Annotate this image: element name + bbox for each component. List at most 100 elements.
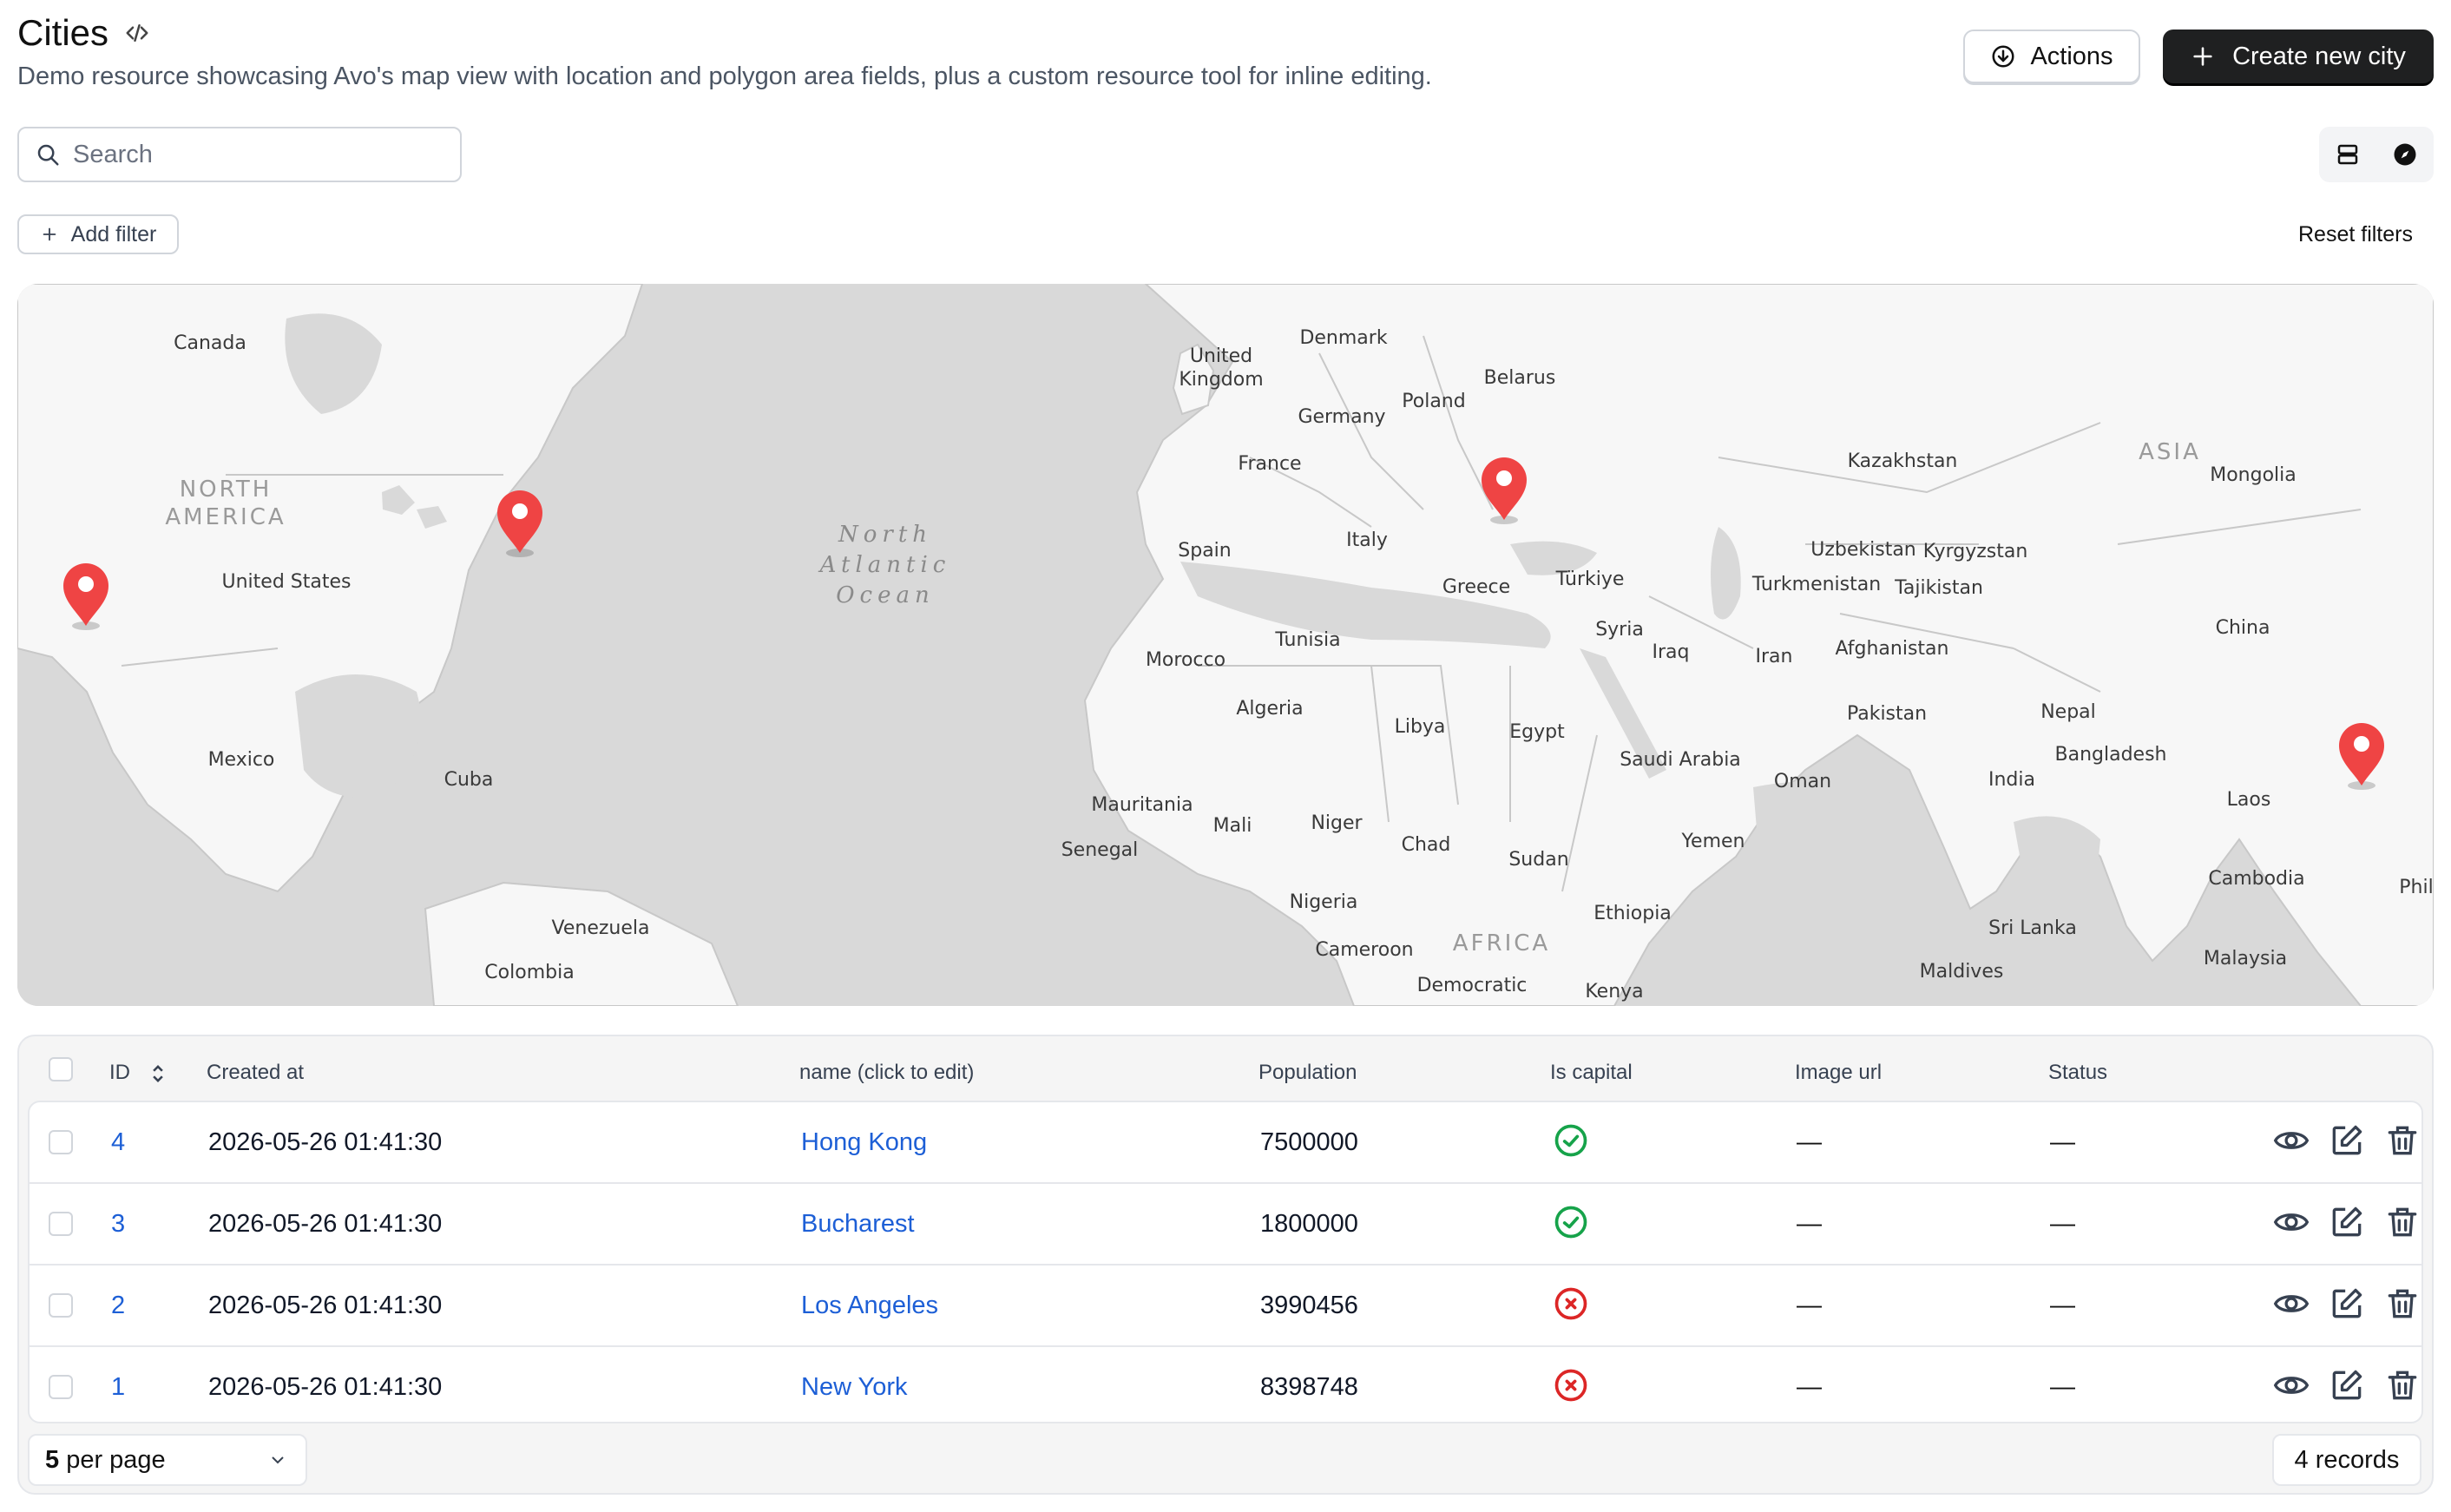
map-view-icon[interactable]	[2392, 141, 2418, 168]
country-label: Bangladesh	[2055, 744, 2167, 766]
reset-filters-button[interactable]: Reset filters	[2298, 222, 2413, 247]
add-filter-label: Add filter	[70, 221, 157, 247]
delete-icon[interactable]	[2383, 1285, 2421, 1323]
row-name-link[interactable]: Los Angeles	[801, 1292, 938, 1320]
row-id-link[interactable]: 3	[111, 1210, 125, 1239]
country-label: Pakistan	[1847, 703, 1927, 725]
view-icon[interactable]	[2272, 1366, 2310, 1404]
edit-icon[interactable]	[2328, 1285, 2366, 1323]
region-label: NORTH	[180, 477, 273, 503]
chevron-down-icon	[272, 1456, 284, 1464]
country-label: United States	[222, 571, 352, 593]
country-label: Malaysia	[2204, 948, 2287, 970]
row-name-link[interactable]: New York	[801, 1373, 908, 1402]
country-label: Sri Lanka	[1988, 917, 2077, 939]
search-input[interactable]: Search	[17, 127, 462, 182]
plus-icon	[2193, 47, 2212, 66]
row-image-url: —	[1797, 1292, 1822, 1319]
column-header-name[interactable]: name (click to edit)	[799, 1061, 974, 1085]
country-label: Kazakhstan	[1848, 450, 1958, 472]
ocean-label: Atlantic	[818, 552, 951, 578]
row-image-url: —	[1797, 1210, 1822, 1238]
country-label: Democratic	[1417, 975, 1528, 996]
country-label: Denmark	[1299, 327, 1387, 349]
country-label: China	[2216, 617, 2270, 639]
country-label: France	[1238, 453, 1301, 475]
row-id-link[interactable]: 1	[111, 1373, 125, 1402]
country-label: Egypt	[1509, 721, 1565, 743]
country-label: Nepal	[2040, 701, 2096, 723]
country-label: Poland	[1402, 391, 1465, 412]
actions-button[interactable]: Actions	[1963, 30, 2140, 83]
table-row[interactable]: 3 2026-05-26 01:41:30 Bucharest 1800000 …	[30, 1184, 2421, 1265]
view-icon[interactable]	[2272, 1203, 2310, 1241]
table-row[interactable]: 4 2026-05-26 01:41:30 Hong Kong 7500000 …	[30, 1102, 2421, 1184]
view-icon[interactable]	[2272, 1121, 2310, 1160]
row-population: 1800000	[1260, 1210, 1358, 1238]
code-icon[interactable]	[124, 20, 150, 46]
edit-icon[interactable]	[2328, 1121, 2366, 1160]
country-label: Cambodia	[2208, 868, 2304, 890]
country-label: Uzbekistan	[1810, 539, 1916, 561]
column-header-created-at[interactable]: Created at	[207, 1061, 304, 1085]
row-created-at: 2026-05-26 01:41:30	[208, 1210, 443, 1238]
country-label: Iran	[1756, 646, 1793, 667]
region-label: AFRICA	[1453, 930, 1550, 957]
country-label: Chad	[1402, 834, 1451, 856]
row-checkbox[interactable]	[49, 1130, 73, 1154]
row-checkbox[interactable]	[49, 1212, 73, 1236]
table-row[interactable]: 2 2026-05-26 01:41:30 Los Angeles 399045…	[30, 1265, 2421, 1347]
delete-icon[interactable]	[2383, 1366, 2421, 1404]
table-view-icon[interactable]	[2335, 141, 2361, 168]
row-image-url: —	[1797, 1128, 1822, 1156]
row-population: 8398748	[1260, 1373, 1358, 1401]
row-name-link[interactable]: Hong Kong	[801, 1128, 927, 1157]
country-label: Maldives	[1920, 961, 2004, 983]
records-count: 4 records	[2272, 1434, 2421, 1486]
page-description: Demo resource showcasing Avo's map view …	[17, 62, 1432, 90]
arrow-down-circle-icon	[1992, 45, 2014, 68]
per-page-select[interactable]: 5 per page	[28, 1434, 307, 1486]
x-circle-icon	[1554, 1287, 1587, 1320]
row-id-link[interactable]: 2	[111, 1292, 125, 1320]
table-row[interactable]: 1 2026-05-26 01:41:30 New York 8398748 —…	[30, 1347, 2421, 1422]
country-label: Tajikistan	[1894, 577, 1983, 599]
country-label: Canada	[174, 332, 246, 354]
column-header-population[interactable]: Population	[1258, 1061, 1357, 1085]
row-checkbox[interactable]	[49, 1293, 73, 1318]
country-label: Ethiopia	[1593, 903, 1672, 924]
country-label: Nigeria	[1290, 891, 1358, 913]
column-header-is-capital[interactable]: Is capital	[1550, 1061, 1633, 1085]
sort-icon[interactable]	[148, 1062, 168, 1085]
view-toggle	[2319, 127, 2434, 182]
add-filter-button[interactable]: Add filter	[17, 214, 179, 254]
country-label: Tunisia	[1274, 629, 1340, 651]
country-label: Niger	[1311, 812, 1363, 834]
column-header-id[interactable]: ID	[109, 1061, 168, 1085]
row-name-link[interactable]: Bucharest	[801, 1210, 915, 1239]
region-label: AMERICA	[165, 504, 286, 530]
edit-icon[interactable]	[2328, 1203, 2366, 1241]
country-label: Yemen	[1681, 831, 1745, 852]
cities-map[interactable]: NORTH AMERICA ASIA AFRICA North Atlantic…	[17, 284, 2434, 1006]
delete-icon[interactable]	[2383, 1121, 2421, 1160]
row-id-link[interactable]: 4	[111, 1128, 125, 1157]
country-label: India	[1988, 769, 2035, 791]
row-population: 7500000	[1260, 1128, 1358, 1156]
create-new-city-button[interactable]: Create new city	[2163, 30, 2434, 83]
column-header-image-url[interactable]: Image url	[1795, 1061, 1882, 1085]
country-label: Sudan	[1508, 849, 1568, 871]
table-header: ID Created at name (click to edit) Popul…	[19, 1036, 2432, 1102]
edit-icon[interactable]	[2328, 1366, 2366, 1404]
country-label: Colombia	[484, 962, 574, 983]
row-checkbox[interactable]	[49, 1375, 73, 1399]
page-title-row: Cities	[17, 12, 150, 54]
select-all-checkbox[interactable]	[49, 1057, 73, 1081]
region-label: ASIA	[2139, 439, 2201, 465]
column-header-status[interactable]: Status	[2048, 1061, 2107, 1085]
row-created-at: 2026-05-26 01:41:30	[208, 1373, 443, 1401]
plus-icon	[43, 227, 56, 241]
delete-icon[interactable]	[2383, 1203, 2421, 1241]
view-icon[interactable]	[2272, 1285, 2310, 1323]
cities-table: ID Created at name (click to edit) Popul…	[17, 1035, 2434, 1495]
